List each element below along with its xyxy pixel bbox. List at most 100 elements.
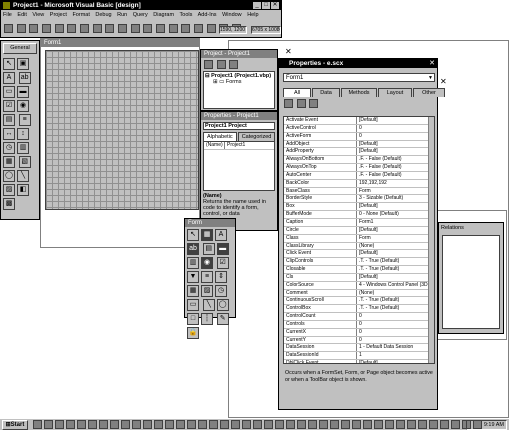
separator-tool-icon[interactable]: ┆ <box>201 313 213 325</box>
taskbar-app-icon[interactable] <box>440 420 449 429</box>
end-icon[interactable] <box>168 24 178 33</box>
taskbar-app-icon[interactable] <box>264 420 273 429</box>
form-layout-icon[interactable] <box>206 24 216 33</box>
select-objects-icon[interactable]: ↖ <box>187 229 199 241</box>
vfp-property-row[interactable]: DataSession 1 - Default Data Session <box>284 344 434 353</box>
menu-view[interactable]: View <box>32 12 44 18</box>
shape-tool-icon[interactable]: ◯ <box>216 299 229 311</box>
timer-tool-icon[interactable]: ◷ <box>215 285 227 297</box>
vfp-property-row[interactable]: ClipControls .T. - True (Default) <box>284 258 434 267</box>
taskbar-app-icon[interactable] <box>363 420 372 429</box>
vfp-property-row[interactable]: Circle [Default] <box>284 226 434 235</box>
start-icon[interactable] <box>143 24 153 33</box>
taskbar-app-icon[interactable] <box>143 420 152 429</box>
taskbar-app-icon[interactable] <box>165 420 174 429</box>
accept-icon[interactable] <box>296 99 306 108</box>
view-classes-icon[interactable]: ▦ <box>201 229 213 241</box>
taskbar-app-icon[interactable] <box>176 420 185 429</box>
menu-debug[interactable]: Debug <box>95 12 111 18</box>
vfp-property-row[interactable]: ActiveControl 0 <box>284 124 434 133</box>
dirlist-icon[interactable]: ▦ <box>3 156 15 168</box>
container-tool-icon[interactable]: □ <box>187 313 199 325</box>
project-tree-forms[interactable]: ⊞ ▭ Forms <box>205 79 273 85</box>
undo-icon[interactable] <box>118 24 128 33</box>
vfp-object-dropdown[interactable]: Form1 ▼ <box>283 73 435 82</box>
background-window-close-icon[interactable]: ✕ <box>285 47 292 56</box>
tab-categorized[interactable]: Categorized <box>237 132 276 141</box>
commandbutton-tool-icon[interactable]: ▬ <box>216 243 229 255</box>
taskbar-app-icon[interactable] <box>396 420 405 429</box>
vfp-property-row[interactable]: ControlCount 0 <box>284 313 434 321</box>
taskbar-app-icon[interactable] <box>154 420 163 429</box>
maximize-icon[interactable]: □ <box>262 2 270 9</box>
textbox-icon[interactable]: ab <box>18 72 31 84</box>
vfp-property-row[interactable]: ClassLibrary (None) <box>284 242 434 251</box>
menu-query[interactable]: Query <box>133 12 148 18</box>
taskbar-app-icon[interactable] <box>55 420 64 429</box>
toolbox-general-tab[interactable]: General <box>3 43 37 54</box>
spinner-tool-icon[interactable]: ⇕ <box>215 271 227 283</box>
close-icon[interactable]: ✕ <box>271 2 279 9</box>
optionbutton-icon[interactable]: ◉ <box>17 100 29 112</box>
pageframe-tool-icon[interactable]: ▭ <box>187 299 199 311</box>
properties-icon[interactable] <box>194 24 204 33</box>
taskbar-app-icon[interactable] <box>451 420 460 429</box>
frame-icon[interactable]: ▭ <box>3 86 15 98</box>
taskbar-app-icon[interactable] <box>198 420 207 429</box>
commandbutton-icon[interactable]: ▬ <box>17 86 29 98</box>
redo-icon[interactable] <box>130 24 140 33</box>
vfp-property-row[interactable]: Comment (None) <box>284 289 434 298</box>
taskbar-app-icon[interactable] <box>132 420 141 429</box>
vfp-property-row[interactable]: BackColor 192,192,192 <box>284 179 434 188</box>
copy-icon[interactable] <box>80 24 90 33</box>
line-icon[interactable]: ╲ <box>17 170 29 182</box>
vfp-scrollbar[interactable] <box>428 117 434 363</box>
ole-icon[interactable]: ▩ <box>3 198 15 210</box>
vfp-property-row[interactable]: AddProperty [Default] <box>284 148 434 157</box>
combobox-icon[interactable]: ▤ <box>3 114 15 126</box>
vfp-property-row[interactable]: Controls 0 <box>284 320 434 329</box>
toggle-folders-icon[interactable] <box>229 60 239 69</box>
vfp-property-row[interactable]: CurrentX 0 <box>284 328 434 337</box>
find-icon[interactable] <box>105 24 115 33</box>
vscrollbar-icon[interactable]: ↕ <box>17 128 29 140</box>
vfp-property-row[interactable]: BufferMode 0 - None (Default) <box>284 211 434 219</box>
hyperlink-tool-icon[interactable]: ✎ <box>216 313 229 325</box>
vfp-property-row[interactable]: Box [Default] <box>284 203 434 212</box>
vb-property-row[interactable]: (Name) Project1 <box>204 142 274 150</box>
vfp-property-row[interactable]: Class Form <box>284 234 434 243</box>
menu-editor-icon[interactable] <box>29 24 39 33</box>
taskbar-app-icon[interactable] <box>286 420 295 429</box>
add-form-icon[interactable] <box>16 24 26 33</box>
listbox-tool-icon[interactable]: ≡ <box>201 271 213 283</box>
taskbar-app-icon[interactable] <box>66 420 75 429</box>
cut-icon[interactable] <box>67 24 77 33</box>
taskbar-app-icon[interactable] <box>88 420 97 429</box>
data-icon[interactable]: ◧ <box>17 184 29 196</box>
vfp-property-row[interactable]: Activate Event [Default] <box>284 117 434 125</box>
taskbar-app-icon[interactable] <box>231 420 240 429</box>
vfp-property-row[interactable]: Closable .T. - True (Default) <box>284 266 434 274</box>
vfp-property-row[interactable]: DblClick Event [Default] <box>284 360 434 363</box>
vfp-property-row[interactable]: ColorSource 4 - Windows Control Panel (3D… <box>284 281 434 290</box>
chevron-down-icon[interactable]: ▼ <box>428 74 433 82</box>
taskbar-app-icon[interactable] <box>253 420 262 429</box>
vfp-property-row[interactable]: BaseClass Form <box>284 187 434 196</box>
taskbar-app-icon[interactable] <box>99 420 108 429</box>
taskbar-app-icon[interactable] <box>33 420 42 429</box>
builder-lock-icon[interactable]: 🔒 <box>187 327 199 339</box>
combobox-tool-icon[interactable]: ▼ <box>187 271 199 283</box>
checkbox-tool-icon[interactable]: ☑ <box>216 257 229 269</box>
taskbar-app-icon[interactable] <box>77 420 86 429</box>
taskbar-app-icon[interactable] <box>407 420 416 429</box>
view-code-icon[interactable] <box>204 60 213 69</box>
taskbar-app-icon[interactable] <box>352 420 361 429</box>
form-canvas[interactable] <box>45 50 199 210</box>
timer-icon[interactable]: ◷ <box>3 142 15 154</box>
paste-icon[interactable] <box>92 24 102 33</box>
grid-tool-icon[interactable]: ▦ <box>187 285 199 297</box>
taskbar-app-icon[interactable] <box>319 420 328 429</box>
filelist-icon[interactable]: ▧ <box>18 156 31 168</box>
taskbar-app-icon[interactable] <box>242 420 251 429</box>
vfp-property-row[interactable]: ActiveForm 0 <box>284 132 434 141</box>
